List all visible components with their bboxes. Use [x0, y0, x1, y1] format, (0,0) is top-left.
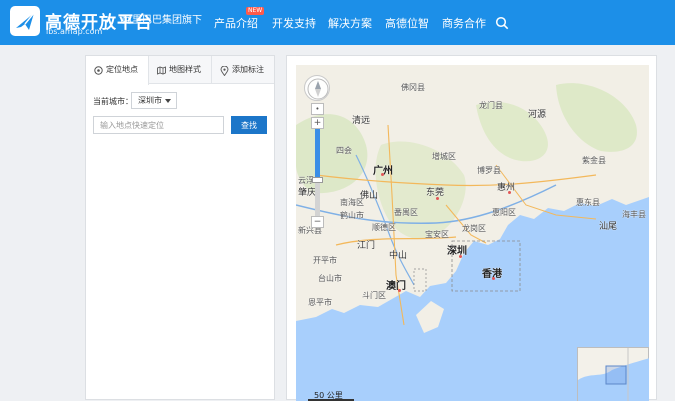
zoom-slider-thumb[interactable]	[312, 177, 323, 183]
map-label: 清远	[352, 116, 371, 126]
city-marker	[381, 173, 384, 176]
map-label: 龙门县	[479, 101, 503, 110]
group-subtitle: 阿里巴巴集团旗下	[122, 15, 202, 26]
map-label: 中山	[389, 251, 408, 261]
map-label: 博罗县	[477, 166, 501, 175]
nav-business[interactable]: 商务合作	[442, 15, 486, 31]
logo-plane-icon	[10, 6, 40, 36]
zoom-in-button[interactable]: +	[311, 117, 324, 129]
zoom-top-button[interactable]: •	[311, 103, 324, 115]
map-label: 紫金县	[582, 156, 606, 165]
compass-control[interactable]	[304, 75, 330, 101]
location-panel: 定位地点 地图样式 添加标注 当前城市： 深圳市 查找	[85, 55, 275, 400]
map-label: 佛冈县	[401, 83, 425, 92]
map-label: 南海区	[340, 198, 364, 207]
map-label: 宝安区	[425, 230, 449, 239]
tab-add-marker[interactable]: 添加标注	[212, 56, 275, 84]
overview-map[interactable]	[577, 347, 649, 401]
tab-locate-place[interactable]: 定位地点	[86, 56, 149, 85]
search-icon[interactable]	[495, 15, 509, 30]
map-label: 开平市	[313, 256, 337, 265]
tab-label: 定位地点	[106, 65, 138, 74]
new-badge: NEW	[246, 7, 265, 15]
city-marker	[459, 255, 462, 258]
map-label: 惠阳区	[492, 208, 516, 217]
zoom-out-button[interactable]: −	[311, 216, 324, 228]
map-label: 鹤山市	[340, 211, 364, 220]
map-label: 番禺区	[394, 208, 418, 217]
map-label: 惠东县	[576, 198, 600, 207]
zoom-slider-fill	[315, 129, 320, 179]
map-label: 增城区	[432, 152, 456, 161]
map-label: 顺德区	[372, 223, 396, 232]
map-icon	[157, 66, 166, 75]
map-label: 河源	[528, 110, 547, 120]
current-city-label: 当前城市：	[93, 97, 133, 106]
map-label: 恩平市	[308, 298, 332, 307]
overview-map-graphic	[578, 348, 649, 401]
city-marker	[508, 191, 511, 194]
city-marker	[492, 277, 495, 280]
tab-label: 地图样式	[169, 65, 201, 74]
city-value: 深圳市	[138, 96, 162, 105]
map-label: 澳门	[386, 281, 406, 292]
compass-icon	[307, 78, 329, 100]
logo-url: lbs.amap.com	[46, 27, 103, 36]
map-label: 台山市	[318, 274, 342, 283]
place-search-input[interactable]	[93, 116, 224, 134]
map-label: 惠州	[497, 183, 516, 193]
map-label: 深圳	[447, 246, 467, 257]
chevron-down-icon	[165, 99, 171, 103]
map-container: 佛冈县 龙门县 清远 河源 四会 广州 增城区 肇庆 佛山 东莞 惠州 惠东县 …	[286, 55, 657, 401]
nav-solutions[interactable]: 解决方案	[328, 15, 372, 31]
map-view[interactable]: 佛冈县 龙门县 清远 河源 四会 广州 增城区 肇庆 佛山 东莞 惠州 惠东县 …	[296, 65, 649, 401]
city-marker	[398, 289, 401, 292]
find-button[interactable]: 查找	[231, 116, 267, 134]
pin-icon	[220, 66, 229, 76]
map-label: 斗门区	[362, 291, 386, 300]
map-label: 汕尾	[599, 222, 618, 232]
nav-location-intelligence[interactable]: 高德位智	[385, 15, 429, 31]
map-label: 四会	[336, 146, 352, 155]
nav-dev-support[interactable]: 开发支持	[272, 15, 316, 31]
panel-tabs: 定位地点 地图样式 添加标注	[86, 56, 275, 85]
map-label: 江门	[357, 241, 376, 251]
city-marker	[436, 197, 439, 200]
map-label: 东莞	[426, 188, 445, 198]
tab-map-style[interactable]: 地图样式	[149, 56, 212, 84]
target-icon	[94, 66, 103, 75]
tab-label: 添加标注	[232, 65, 264, 74]
map-label: 肇庆	[298, 188, 317, 198]
nav-products[interactable]: 产品介绍	[214, 15, 258, 31]
top-navigation-bar: 高德开放平台 lbs.amap.com 阿里巴巴集团旗下 产品介绍 NEW 开发…	[0, 0, 675, 45]
map-label: 海丰县	[622, 210, 646, 219]
city-select[interactable]: 深圳市	[131, 92, 177, 109]
map-label: 龙岗区	[462, 224, 486, 233]
